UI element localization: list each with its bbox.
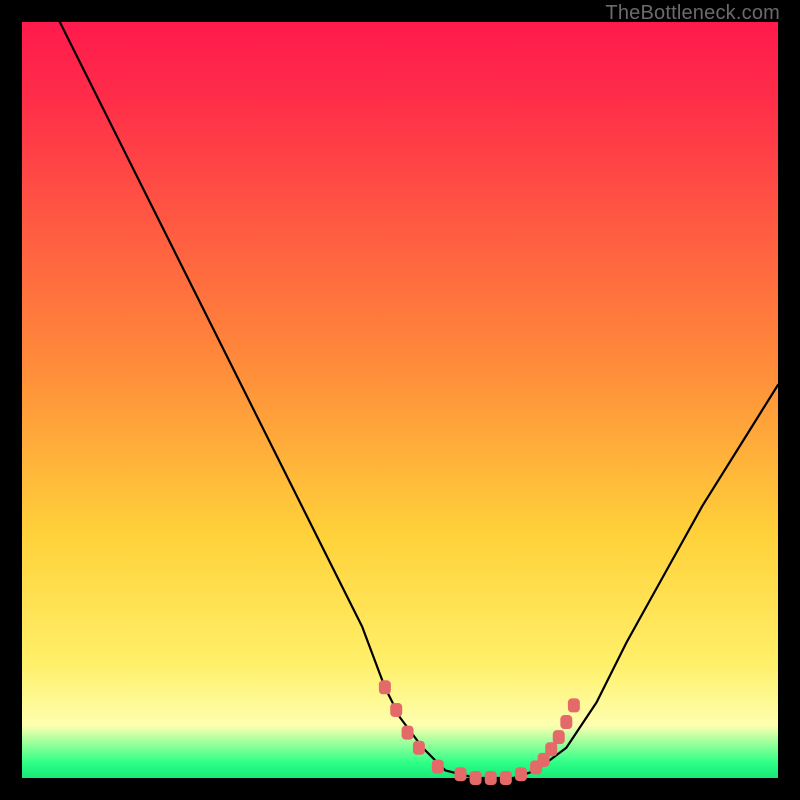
highlight-dot xyxy=(379,680,391,694)
highlight-dot xyxy=(545,742,557,756)
plot-area xyxy=(22,22,778,778)
curve-layer xyxy=(22,22,778,778)
highlight-dot xyxy=(432,760,444,774)
highlight-dot xyxy=(485,771,497,785)
highlight-dot xyxy=(413,741,425,755)
watermark-label: TheBottleneck.com xyxy=(605,2,780,25)
highlight-dot xyxy=(500,771,512,785)
highlight-dot xyxy=(553,730,565,744)
highlight-dot xyxy=(470,771,482,785)
bottleneck-curve xyxy=(60,22,778,778)
highlight-dot xyxy=(390,703,402,717)
chart-frame: TheBottleneck.com xyxy=(0,0,800,800)
highlight-dot xyxy=(560,715,572,729)
highlight-dot xyxy=(454,767,466,781)
highlight-dot xyxy=(402,726,414,740)
highlight-dot xyxy=(568,698,580,712)
highlight-dot xyxy=(515,767,527,781)
